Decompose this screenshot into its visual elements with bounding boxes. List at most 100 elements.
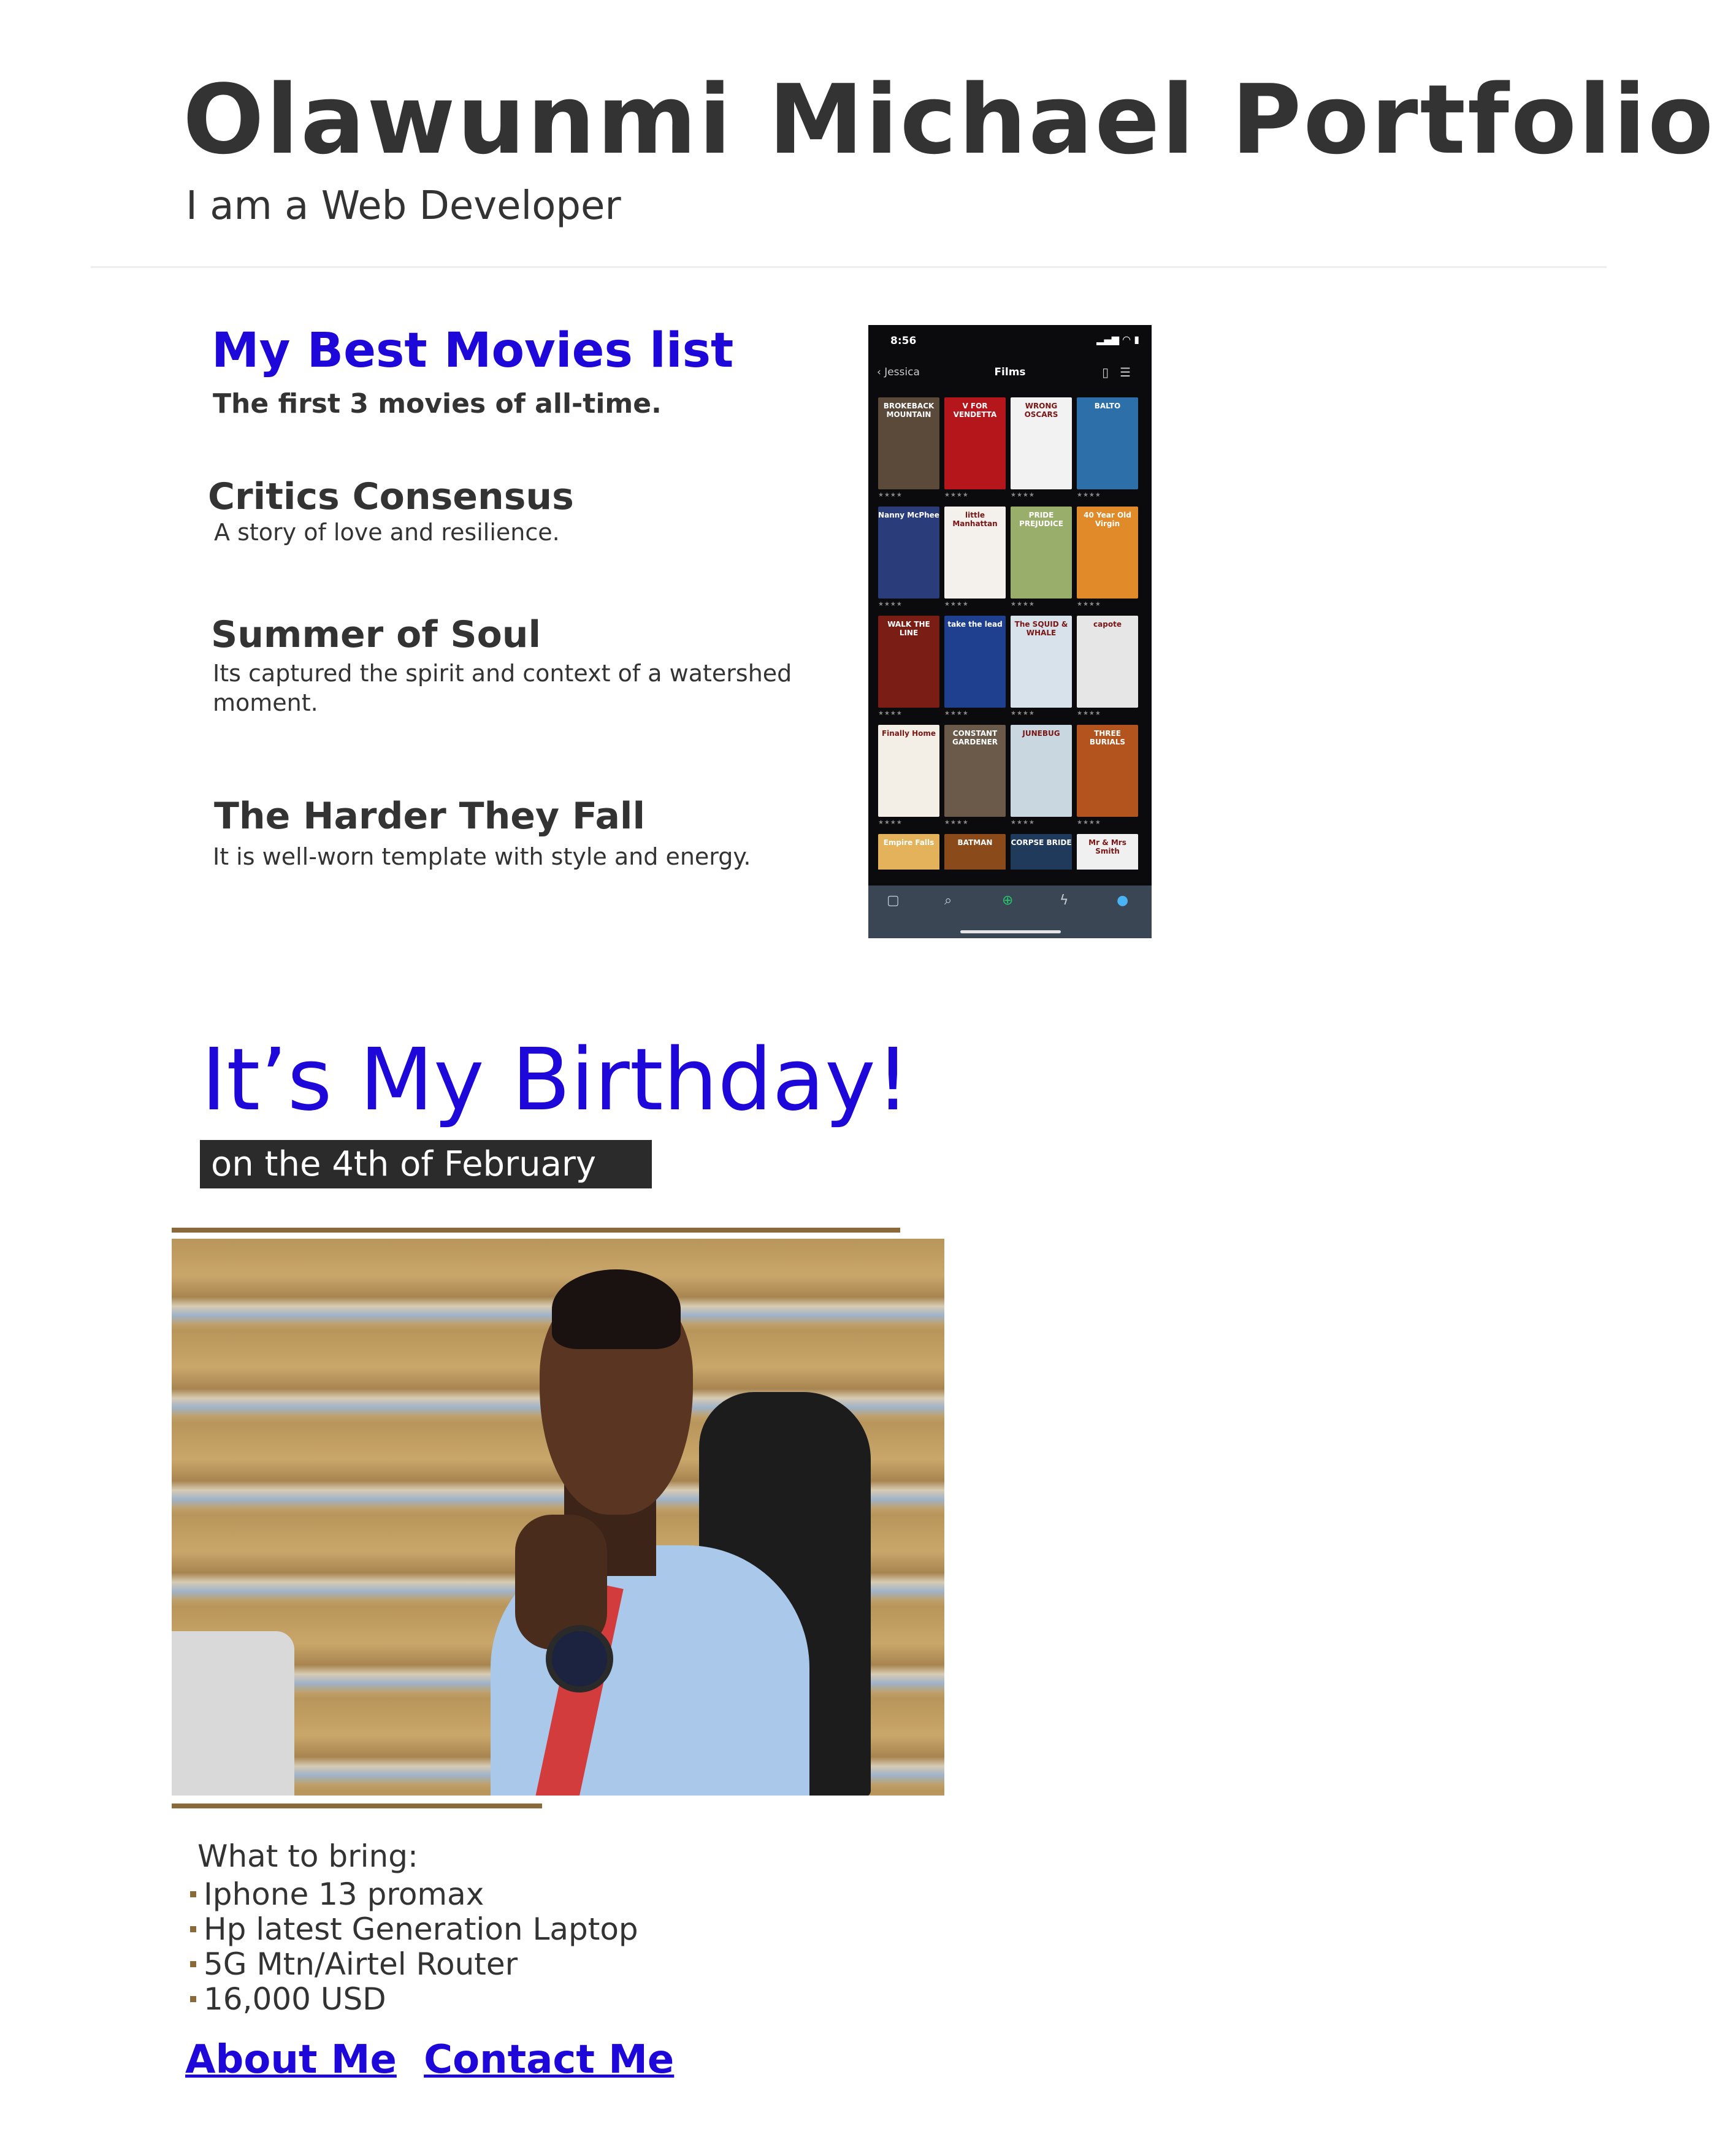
list-item: 16,000 USD (190, 1982, 638, 2017)
movie-title: The Harder They Fall (214, 795, 646, 838)
activity-icon: ϟ (1060, 893, 1069, 908)
page-title: Olawunmi Michael Portfolio (183, 64, 1716, 175)
page-subtitle: I am a Web Developer (186, 183, 621, 229)
movie-poster: THREE BURIALS (1077, 725, 1138, 817)
list-item-label: Hp latest Generation Laptop (204, 1911, 638, 1947)
rating-stars: ★★★★ (878, 819, 903, 826)
movie-poster: WALK THE LINE (878, 616, 939, 708)
add-icon: ⊕ (1002, 893, 1014, 908)
rating-stars: ★★★★ (1011, 492, 1035, 499)
movie-poster: 40 Year Old Virgin (1077, 507, 1138, 599)
movie-poster: JUNEBUG (1011, 725, 1072, 817)
rating-stars: ★★★★ (944, 601, 969, 608)
bullet-icon (190, 1960, 196, 1967)
diary-icon: ▢ (887, 893, 900, 908)
rating-stars: ★★★★ (878, 601, 903, 608)
list-item-label: 5G Mtn/Airtel Router (204, 1946, 518, 1982)
movie-description: Its captured the spirit and context of a… (213, 660, 792, 716)
poster-title: 40 Year Old Virgin (1084, 511, 1131, 528)
poster-title: THREE BURIALS (1089, 729, 1126, 746)
poster-title: BALTO (1094, 402, 1121, 410)
home-indicator (960, 930, 1061, 933)
photo-watch (546, 1625, 613, 1693)
list-item-label: Iphone 13 promax (204, 1876, 484, 1912)
movie-poster: BALTO (1077, 397, 1138, 489)
movie-poster: Empire Falls (878, 834, 939, 870)
movie-poster: V FOR VENDETTA (944, 397, 1006, 489)
poster-title: little Manhattan (952, 511, 998, 528)
poster-title: CORPSE BRIDE (1011, 838, 1072, 847)
movie-title: Summer of Soul (211, 613, 541, 656)
movie-poster: Finally Home (878, 725, 939, 817)
poster-title: capote (1093, 620, 1122, 629)
movie-poster: CORPSE BRIDE (1011, 834, 1072, 870)
movie-poster: BROKEBACK MOUNTAIN (878, 397, 939, 489)
rating-stars: ★★★★ (1077, 710, 1101, 717)
movie-poster: CONSTANT GARDENER (944, 725, 1006, 817)
bullet-icon (190, 1926, 196, 1932)
header-divider (91, 266, 1607, 268)
poster-title: take the lead (947, 620, 1003, 629)
poster-title: Mr & Mrs Smith (1088, 838, 1126, 855)
view-and-filter-icons: ▯☰ (1102, 365, 1142, 380)
birthday-heading: It’s My Birthday! (201, 1030, 911, 1130)
rating-stars: ★★★★ (1011, 601, 1035, 608)
rating-stars: ★★★★ (944, 710, 969, 717)
contact-me-link[interactable]: Contact Me (424, 2037, 674, 2083)
movie-poster: Nanny McPhee (878, 507, 939, 599)
poster-title: V FOR VENDETTA (953, 402, 997, 419)
movie-title: Critics Consensus (208, 475, 574, 518)
movie-poster: PRIDE PREJUDICE (1011, 507, 1072, 599)
bullet-icon (190, 1891, 196, 1897)
profile-photo (172, 1239, 944, 1796)
bullet-icon (190, 1995, 196, 2002)
poster-grid: BROKEBACK MOUNTAIN ★★★★ V FOR VENDETTA ★★★★… (878, 397, 1142, 870)
rating-stars: ★★★★ (1011, 819, 1035, 826)
rating-stars: ★★★★ (878, 492, 903, 499)
list-item: 5G Mtn/Airtel Router (190, 1947, 638, 1982)
photo-bottom-rule (172, 1803, 542, 1808)
movies-subheading: The first 3 movies of all-time. (213, 388, 662, 419)
rating-stars: ★★★★ (1077, 492, 1101, 499)
rating-stars: ★★★★ (1011, 710, 1035, 717)
list-item: Iphone 13 promax (190, 1877, 638, 1912)
movie-poster: take the lead (944, 616, 1006, 708)
movie-description: It is well-worn template with style and … (213, 843, 751, 870)
profile-icon: ● (1117, 893, 1129, 908)
list-item-label: 16,000 USD (204, 1981, 386, 2017)
photo-laptop (172, 1631, 294, 1796)
movies-heading: My Best Movies list (212, 323, 734, 378)
phone-status-bar: 8:56 ▂▄▆ ◠ ▮ (868, 325, 1152, 356)
rating-stars: ★★★★ (944, 492, 969, 499)
movie-poster: WRONG OSCARS (1011, 397, 1072, 489)
phone-time: 8:56 (890, 335, 917, 347)
poster-title: BATMAN (957, 838, 993, 847)
bring-list: Iphone 13 promax Hp latest Generation La… (190, 1877, 638, 2017)
movie-poster: The SQUID & WHALE (1011, 616, 1072, 708)
rating-stars: ★★★★ (878, 710, 903, 717)
poster-title: Empire Falls (883, 838, 935, 847)
poster-title: PRIDE PREJUDICE (1019, 511, 1063, 528)
poster-title: BROKEBACK MOUNTAIN (883, 402, 935, 419)
bring-heading: What to bring: (197, 1838, 418, 1874)
poster-title: JUNEBUG (1022, 729, 1060, 738)
poster-title: WRONG OSCARS (1024, 402, 1058, 419)
movie-poster: Mr & Mrs Smith (1077, 834, 1138, 870)
phone-nav-bar: ‹ Jessica Films ▯☰ (868, 359, 1152, 389)
poster-title: Finally Home (881, 729, 936, 738)
rating-stars: ★★★★ (944, 819, 969, 826)
movie-poster: BATMAN (944, 834, 1006, 870)
signal-wifi-battery-icon: ▂▄▆ ◠ ▮ (1096, 334, 1139, 345)
photo-top-rule (172, 1228, 900, 1233)
birthday-date: on the 4th of February (200, 1140, 652, 1188)
rating-stars: ★★★★ (1077, 819, 1101, 826)
movie-poster: capote (1077, 616, 1138, 708)
films-app-screenshot: 8:56 ▂▄▆ ◠ ▮ ‹ Jessica Films ▯☰ BROKEBAC… (868, 325, 1152, 938)
poster-title: The SQUID & WHALE (1014, 620, 1068, 637)
about-me-link[interactable]: About Me (185, 2037, 397, 2083)
poster-title: CONSTANT GARDENER (952, 729, 998, 746)
poster-title: Nanny McPhee (878, 511, 939, 519)
poster-title: WALK THE LINE (887, 620, 930, 637)
photo-hair (552, 1269, 681, 1349)
movie-description: A story of love and resilience. (214, 519, 560, 546)
